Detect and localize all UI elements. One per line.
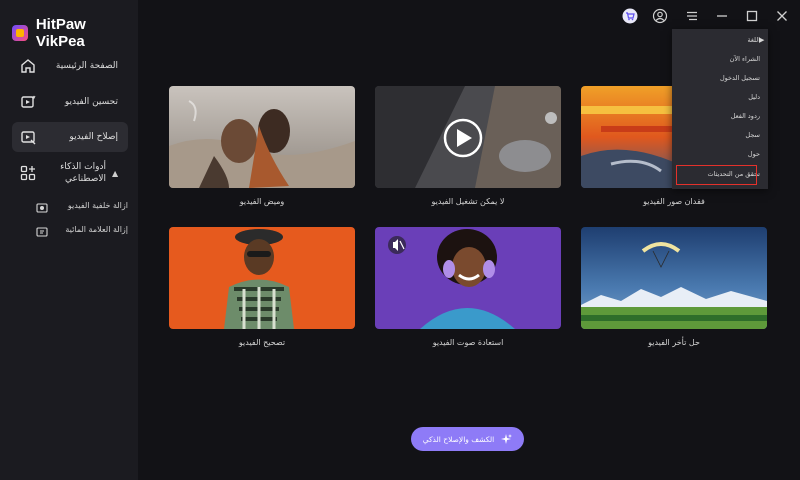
menu-item-login[interactable]: تسجيل الدخول: [720, 74, 760, 82]
sidebar-item-ai-tools[interactable]: أدوات الذكاء الاصطناعي ▲: [12, 160, 128, 192]
sparkle-icon: [501, 434, 513, 444]
remove-background-icon: [36, 203, 48, 213]
menu-item-log[interactable]: سجل: [745, 131, 760, 139]
sidebar-item-label: الصفحة الرئيسية: [55, 61, 118, 71]
video-flicker-thumbnail: [169, 86, 355, 188]
close-icon[interactable]: [774, 8, 790, 24]
button-label: الكشف والإصلاح الذكي: [422, 434, 495, 444]
caret-up-icon[interactable]: ▲: [112, 169, 118, 178]
account-icon[interactable]: [652, 8, 668, 24]
card-video-lag-fix[interactable]: [581, 227, 767, 329]
card-label: فقدان صور الفيديو: [643, 197, 705, 206]
cart-icon[interactable]: [622, 8, 638, 24]
sidebar-item-label: تحسين الفيديو: [64, 97, 118, 107]
highlight-box: [676, 165, 757, 185]
minimize-icon[interactable]: [714, 8, 730, 24]
app-name: HitPaw VikPea: [35, 16, 86, 50]
sidebar: HitPaw VikPea الصفحة الرئيسية تحسين الفي…: [0, 0, 138, 480]
video-unplayable-thumbnail: [375, 86, 561, 188]
card-video-unplayable[interactable]: [375, 86, 561, 188]
card-label: استعادة صوت الفيديو: [432, 338, 504, 347]
card-label: تصحيح الفيديو: [238, 338, 286, 347]
video-repair-icon: [21, 131, 36, 145]
sidebar-item-label: أدوات الذكاء الاصطناعي: [60, 162, 106, 184]
menu-item-feedback[interactable]: ردود الفعل: [731, 112, 760, 120]
app-logo-icon: [12, 25, 28, 41]
menu-item-language[interactable]: اللغة: [747, 36, 760, 44]
card-video-audio-restore[interactable]: [375, 227, 561, 329]
sidebar-item-video-repair[interactable]: إصلاح الفيديو: [12, 122, 128, 152]
menu-icon[interactable]: [684, 8, 700, 24]
maximize-icon[interactable]: [744, 8, 760, 24]
sidebar-subitem-label: ازالة خلفية الفيديو: [67, 201, 128, 210]
sidebar-item-label: إصلاح الفيديو: [69, 132, 118, 142]
sidebar-item-home[interactable]: الصفحة الرئيسية: [12, 51, 128, 81]
sidebar-subitem-remove-background[interactable]: ازالة خلفية الفيديو: [34, 199, 128, 217]
card-video-color-correct[interactable]: [169, 227, 355, 329]
sidebar-subitem-label: إزالة العلامة المائية: [65, 225, 128, 234]
card-label: لا يمكن تشغيل الفيديو: [431, 197, 505, 206]
menu-item-buy-now[interactable]: الشراء الآن: [730, 55, 760, 63]
video-color-correct-thumbnail: [169, 227, 355, 329]
card-label: حل تأخر الفيديو: [648, 338, 700, 347]
sidebar-item-video-enhance[interactable]: تحسين الفيديو: [12, 87, 128, 117]
video-enhance-icon: [21, 95, 36, 108]
video-lag-fix-thumbnail: [581, 227, 767, 329]
menu-item-about[interactable]: حول: [748, 150, 760, 158]
sidebar-subitem-remove-watermark[interactable]: إزالة العلامة المائية: [34, 223, 128, 241]
card-video-flicker[interactable]: [169, 86, 355, 188]
ai-tools-icon: [20, 165, 36, 181]
card-label: وميض الفيديو: [239, 197, 285, 206]
smart-detect-fix-button[interactable]: الكشف والإصلاح الذكي: [411, 427, 524, 451]
app-brand: HitPaw VikPea: [12, 16, 138, 50]
home-icon: [21, 59, 35, 73]
menu-item-guide[interactable]: دليل: [748, 93, 760, 101]
remove-watermark-icon: [36, 227, 48, 237]
video-audio-restore-thumbnail: [375, 227, 561, 329]
